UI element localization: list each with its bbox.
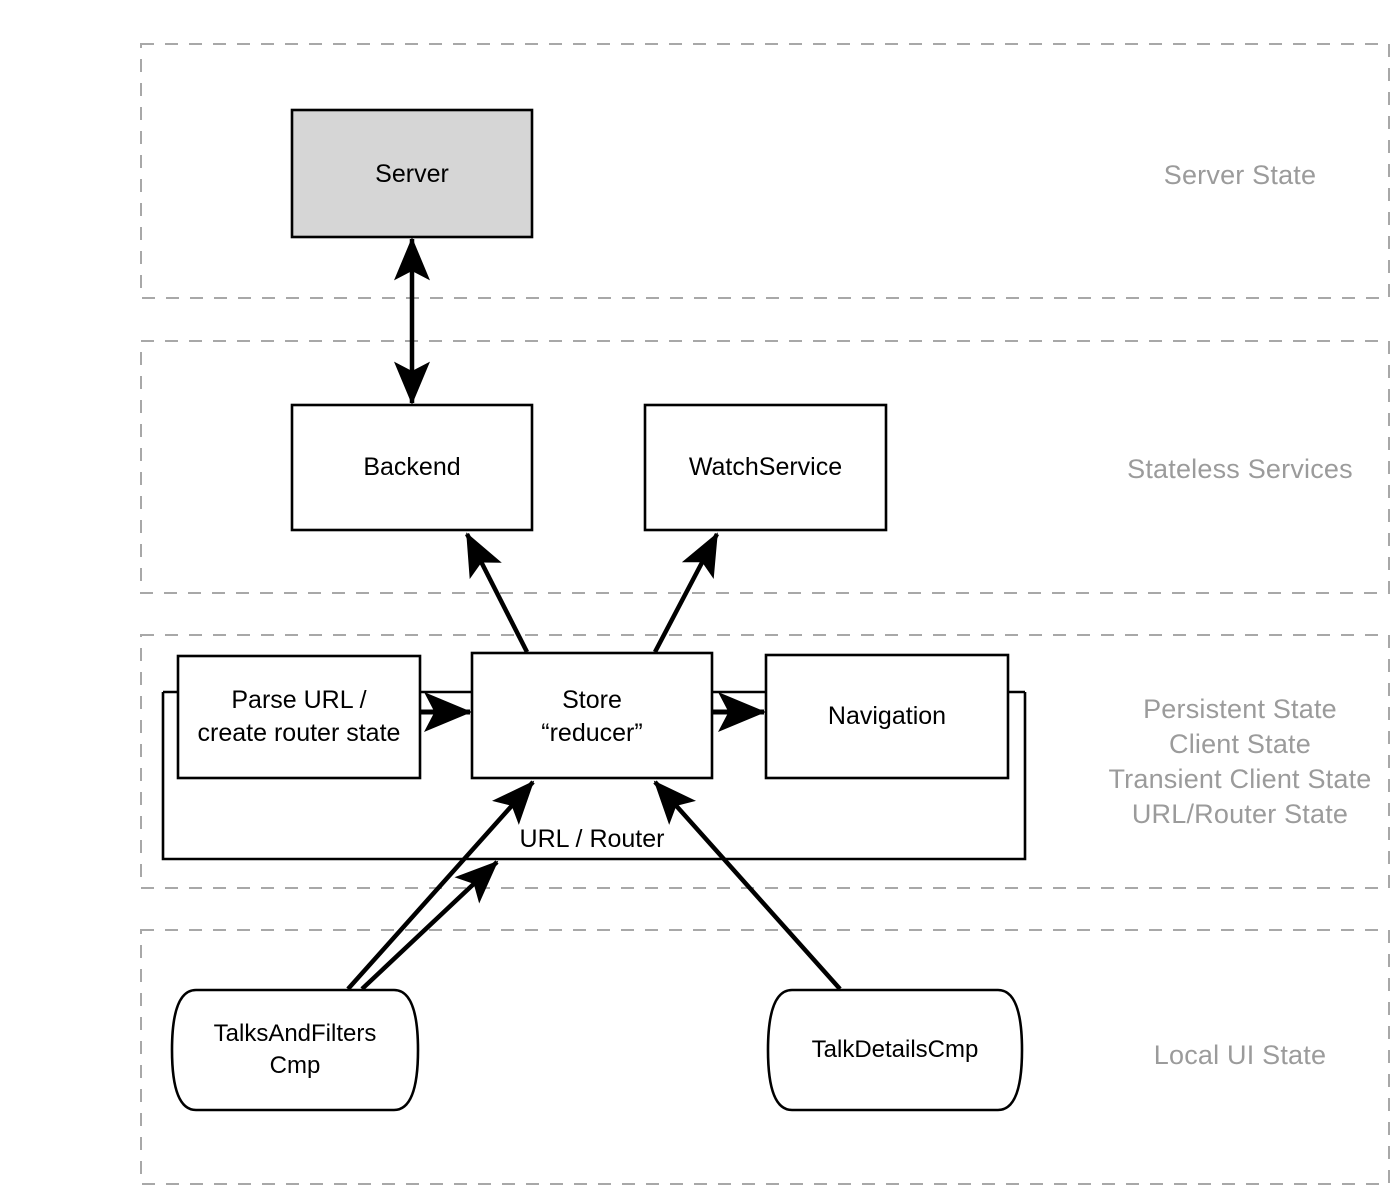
diagram-canvas: Server State Stateless Services Persiste… bbox=[0, 0, 1400, 1190]
node-talks-filters[interactable] bbox=[170, 988, 420, 1112]
node-server[interactable] bbox=[290, 108, 534, 239]
band-label-server-state: Server State bbox=[1163, 160, 1317, 190]
node-backend[interactable] bbox=[290, 403, 534, 532]
node-group bbox=[170, 108, 1024, 1112]
band-label-local-ui-state: Local UI State bbox=[1153, 1040, 1327, 1070]
node-talk-details[interactable] bbox=[766, 988, 1024, 1112]
edge-group bbox=[346, 237, 842, 991]
band-label-stateless-services: Stateless Services bbox=[1127, 454, 1353, 484]
edge-talkdetails-store bbox=[653, 780, 842, 991]
edge-talksfilters-urlrouter bbox=[360, 860, 499, 991]
url-router-caption: URL / Router bbox=[519, 825, 665, 853]
edge-store-watchservice bbox=[653, 532, 719, 654]
edge-talksfilters-store bbox=[346, 780, 535, 991]
node-store[interactable] bbox=[470, 651, 714, 780]
band-label-persistent-state: Persistent State Client State Transient … bbox=[1108, 694, 1372, 829]
node-parse-url[interactable] bbox=[176, 654, 422, 780]
node-navigation[interactable] bbox=[764, 653, 1010, 780]
node-watchservice[interactable] bbox=[643, 403, 888, 532]
